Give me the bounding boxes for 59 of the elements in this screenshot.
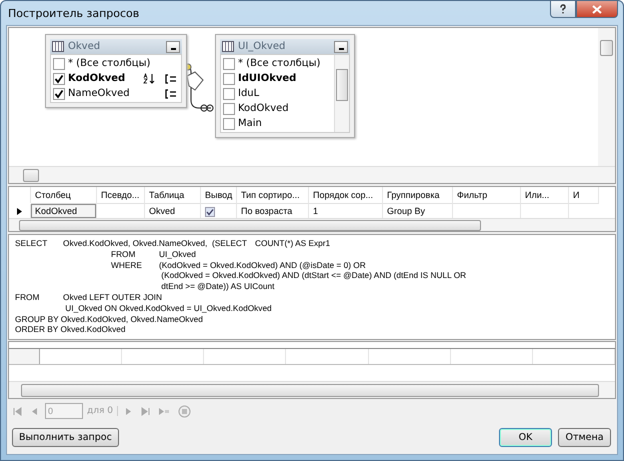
ok-button[interactable]: OK <box>499 428 552 447</box>
row-pointer-icon <box>17 208 22 214</box>
vertical-scrollbar[interactable] <box>334 55 349 132</box>
cancel-button[interactable]: Отмена <box>558 428 611 447</box>
column-header[interactable]: Порядок сор... <box>309 187 383 204</box>
sql-text: SELECT Okved.KodOkved, Okved.NameOkved, (SELECT COUNT(*) AS Expr1 FROM UI_Okved WHERE (KodOkved = Okved.KodOkved) AND (@isDate = 0) OR (KodOkved = Okved.KodOkved) AND (dtStart <= @Date) AND (dtEnd IS NULL OR dtEnd >= @Date)) AS UICount FROM Okved LEFT OUTER JOIN UI_Okved ON Okved.KodOkved = UI_Okved.KodOkved GROUP BY Okved.KodOkved, Okved.NameOkved ORDER BY Okved.KodOkved <box>14 237 468 336</box>
checkbox[interactable] <box>53 72 65 84</box>
checkbox[interactable] <box>223 102 235 114</box>
minimize-button[interactable] <box>166 40 180 52</box>
column-name: * (Все столбцы) <box>68 58 152 69</box>
close-icon <box>592 4 602 14</box>
column-header[interactable]: Фильтр <box>453 187 521 204</box>
checkbox[interactable] <box>223 88 235 100</box>
column-name: IdUIOkved <box>238 73 298 84</box>
next-icon <box>124 406 133 416</box>
question-mark-icon <box>558 4 568 14</box>
table-icon <box>222 41 234 52</box>
horizontal-scrollbar[interactable] <box>9 166 615 183</box>
column-name: IduL <box>238 88 260 99</box>
column-header[interactable]: Группировка <box>383 187 453 204</box>
execute-query-button[interactable]: Выполнить запрос <box>12 428 119 447</box>
column-header[interactable]: Вывод <box>201 187 237 204</box>
checkbox[interactable] <box>223 72 235 84</box>
window-title: Построитель запросов <box>7 6 140 20</box>
stop-button[interactable] <box>176 402 193 420</box>
horizontal-scrollbar[interactable] <box>9 381 615 398</box>
table-cell[interactable]: KodOkved <box>31 204 97 218</box>
column-name: * (Все столбцы) <box>238 58 322 69</box>
help-button[interactable] <box>550 0 576 18</box>
column-name: KodOkved <box>238 103 290 114</box>
column-header[interactable]: Или... <box>521 187 569 204</box>
close-button[interactable] <box>576 0 618 18</box>
first-icon <box>13 406 22 416</box>
last-icon <box>140 406 150 416</box>
column-header[interactable]: И <box>569 187 599 204</box>
column-name: NameOkved <box>68 88 131 99</box>
table-name: UI_Okved <box>238 41 286 52</box>
minimize-button[interactable] <box>334 40 348 52</box>
previous-icon <box>30 406 39 416</box>
column-header[interactable]: Таблица <box>145 187 201 204</box>
record-count: для 0 <box>87 406 118 416</box>
checkbox[interactable] <box>53 88 65 100</box>
column-header[interactable]: Псевдо... <box>97 187 145 204</box>
checkbox[interactable] <box>205 206 215 217</box>
table-name: Okved <box>68 41 102 52</box>
checkbox[interactable] <box>223 58 235 70</box>
vertical-scrollbar[interactable] <box>598 28 615 166</box>
last-record-button[interactable] <box>138 404 152 418</box>
new-record-icon <box>158 406 170 416</box>
table-icon <box>52 41 64 52</box>
column-name: Main <box>238 118 263 129</box>
horizontal-scrollbar[interactable] <box>9 218 615 231</box>
stop-icon <box>178 404 191 418</box>
checkbox[interactable] <box>53 58 65 70</box>
column-name: KodOkved <box>68 73 126 84</box>
checkbox[interactable] <box>223 118 235 130</box>
column-header[interactable]: Столбец <box>31 187 97 204</box>
first-record-button[interactable] <box>11 404 24 418</box>
column-header[interactable]: Тип сортиро... <box>237 187 309 204</box>
